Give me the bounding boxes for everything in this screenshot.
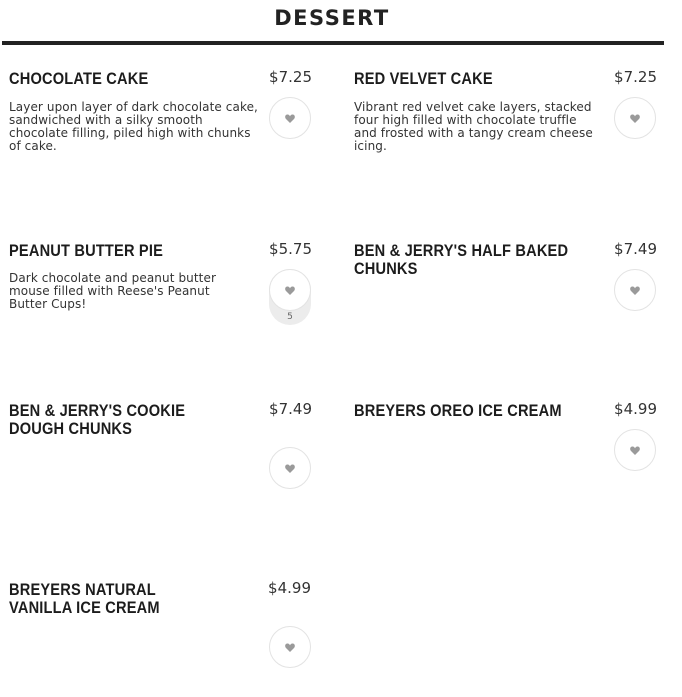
item-name: BEN & JERRY'S COOKIE DOUGH CHUNKS <box>9 401 186 438</box>
item-price: $7.25 <box>614 68 657 86</box>
item-name: BREYERS OREO ICE CREAM <box>354 401 562 420</box>
menu-item[interactable]: PEANUT BUTTER PIE $5.75 Dark chocolate a… <box>9 240 319 362</box>
favorite-button[interactable] <box>614 269 656 311</box>
item-price: $7.49 <box>614 240 657 258</box>
heart-icon <box>630 114 640 123</box>
menu-item[interactable]: BREYERS OREO ICE CREAM $4.99 <box>354 400 664 522</box>
menu-item[interactable]: BEN & JERRY'S HALF BAKED CHUNKS $7.49 <box>354 240 664 362</box>
favorite-button[interactable] <box>269 447 311 489</box>
heart-icon <box>285 286 295 295</box>
heart-icon <box>285 464 295 473</box>
item-name: RED VELVET CAKE <box>354 69 493 88</box>
heart-icon <box>630 446 640 455</box>
section-title: DESSERT <box>274 6 390 30</box>
item-price: $7.25 <box>269 68 312 86</box>
favorite-with-count[interactable]: 5 <box>269 269 311 325</box>
item-price: $7.49 <box>269 400 312 418</box>
menu-item[interactable]: BREYERS NATURAL VANILLA ICE CREAM $4.99 <box>9 579 319 691</box>
menu-item[interactable]: BEN & JERRY'S COOKIE DOUGH CHUNKS $7.49 <box>9 400 319 522</box>
heart-icon <box>630 286 640 295</box>
favorite-button[interactable] <box>614 429 656 471</box>
item-price: $5.75 <box>269 240 312 258</box>
item-price: $4.99 <box>268 579 311 597</box>
item-name: BEN & JERRY'S HALF BAKED CHUNKS <box>354 241 569 278</box>
item-name: PEANUT BUTTER PIE <box>9 241 164 260</box>
heart-icon <box>285 643 295 652</box>
heart-icon <box>285 114 295 123</box>
item-description: Vibrant red velvet cake layers, stacked … <box>354 100 593 153</box>
item-description: Dark chocolate and peanut butter mouse f… <box>9 271 216 311</box>
item-name: CHOCOLATE CAKE <box>9 69 149 88</box>
favorite-count: 5 <box>287 312 293 322</box>
favorite-button[interactable] <box>614 97 656 139</box>
menu-item[interactable]: RED VELVET CAKE $7.25 Vibrant red velvet… <box>354 68 664 190</box>
item-name: BREYERS NATURAL VANILLA ICE CREAM <box>9 580 160 617</box>
item-price: $4.99 <box>614 400 657 418</box>
favorite-button[interactable] <box>269 626 311 668</box>
item-description: Layer upon layer of dark chocolate cake,… <box>9 100 258 153</box>
favorite-button[interactable] <box>269 269 311 311</box>
menu-item[interactable]: CHOCOLATE CAKE $7.25 Layer upon layer of… <box>9 68 319 190</box>
favorite-button[interactable] <box>269 97 311 139</box>
section-divider <box>2 41 664 45</box>
